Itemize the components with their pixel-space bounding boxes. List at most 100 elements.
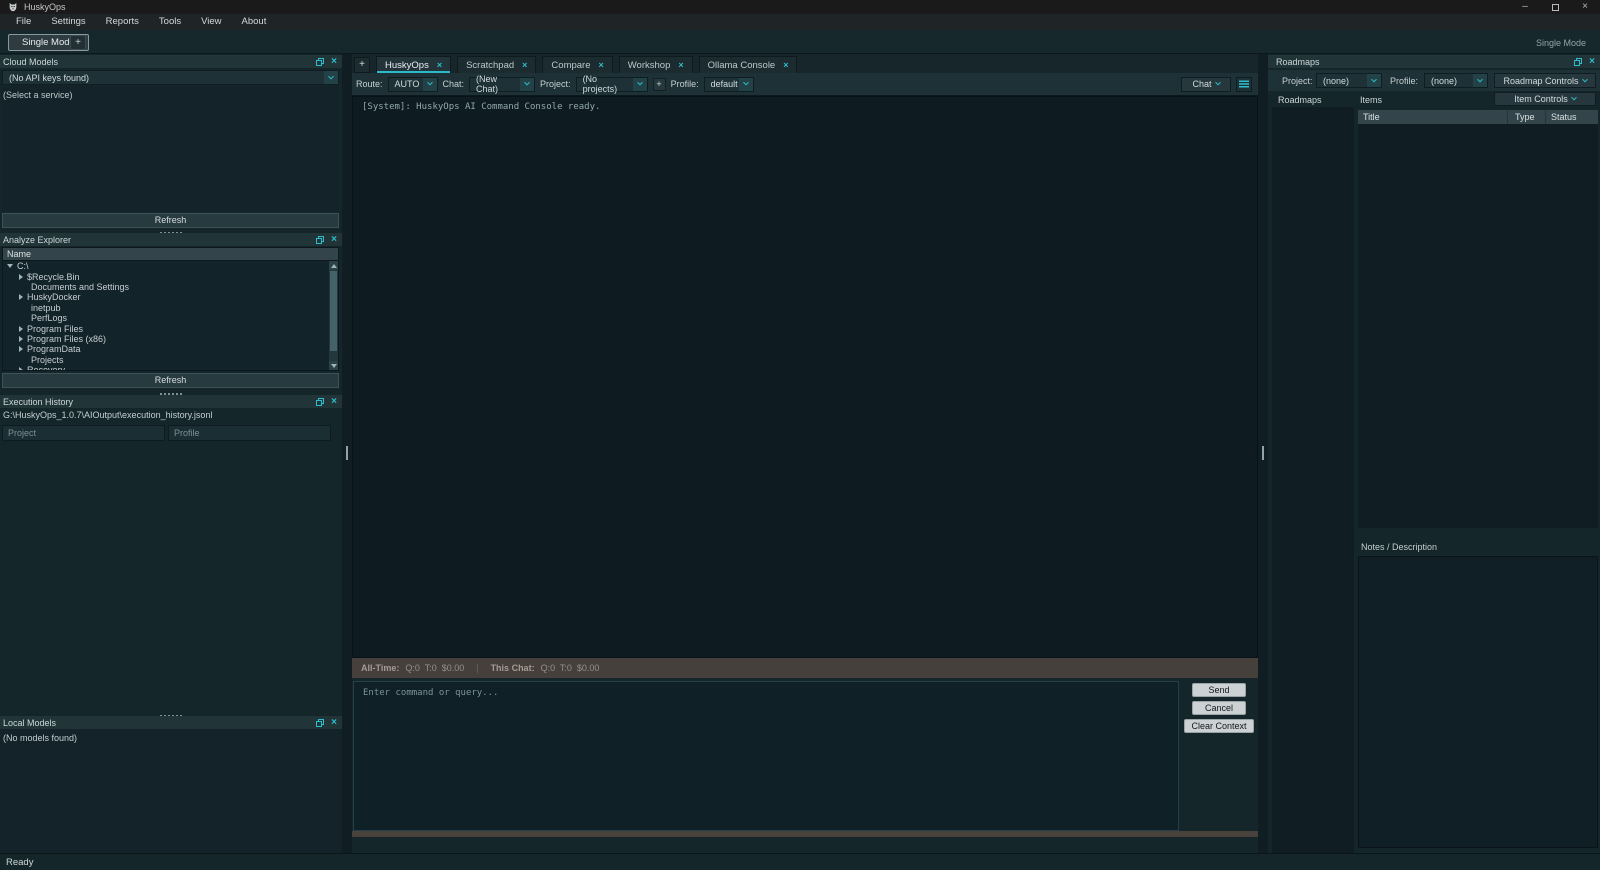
menu-item-settings[interactable]: Settings: [41, 14, 95, 30]
close-panel-icon[interactable]: ×: [331, 717, 337, 727]
tree-item-program-files-x86[interactable]: Program Files (x86): [3, 334, 329, 344]
menu-item-view[interactable]: View: [191, 14, 231, 30]
tree-item-recycle-bin[interactable]: $Recycle.Bin: [3, 271, 329, 282]
scroll-down-icon[interactable]: [329, 361, 338, 370]
column-header-type[interactable]: Type: [1508, 110, 1546, 124]
this-chat-label: This Chat:: [490, 663, 535, 673]
command-input[interactable]: [354, 682, 1178, 830]
left-dock: Cloud Models × (No API keys found) (Sele…: [0, 54, 342, 853]
combo-chevron-button[interactable]: [1367, 74, 1381, 87]
tab-workshop[interactable]: Workshop ×: [618, 56, 693, 73]
tab-close-icon[interactable]: ×: [783, 60, 788, 70]
tab-huskyops[interactable]: HuskyOps ×: [376, 56, 452, 73]
close-button[interactable]: ×: [1570, 0, 1600, 14]
combo-chevron-button[interactable]: [632, 77, 647, 91]
float-panel-icon[interactable]: [316, 57, 325, 66]
add-mode-tab-button[interactable]: +: [70, 35, 86, 50]
column-header-status[interactable]: Status: [1546, 110, 1598, 124]
close-panel-icon[interactable]: ×: [1589, 56, 1595, 66]
project-combo[interactable]: (No projects): [575, 74, 648, 94]
add-project-button[interactable]: +: [652, 77, 666, 91]
tree-collapsed-arrow-icon[interactable]: [19, 335, 23, 342]
command-input-area: [353, 681, 1179, 831]
console-toolbar: Route: AUTO Chat: (New Chat) Project: (N…: [352, 73, 1258, 96]
tree-item-recovery[interactable]: Recovery: [3, 365, 329, 370]
left-splitter[interactable]: [342, 54, 352, 853]
items-table-body[interactable]: [1358, 124, 1598, 528]
item-controls-button[interactable]: Item Controls: [1494, 92, 1596, 106]
roadmap-controls-button[interactable]: Roadmap Controls: [1494, 73, 1596, 88]
notes-description-editor[interactable]: [1358, 556, 1598, 848]
center-tab-bar: + HuskyOps × Scratchpad × Compare × Workshop × O…: [352, 54, 1258, 73]
route-combo[interactable]: AUTO: [387, 76, 438, 92]
chat-combo[interactable]: (New Chat): [469, 74, 536, 94]
cancel-button[interactable]: Cancel: [1192, 701, 1246, 715]
tree-expanded-arrow-icon[interactable]: [7, 264, 13, 269]
close-panel-icon[interactable]: ×: [331, 56, 337, 66]
chevron-down-icon: [1477, 76, 1483, 82]
cloud-models-title: Cloud Models: [3, 56, 59, 67]
rd-project-combo[interactable]: (none): [1316, 73, 1382, 88]
combo-chevron-button[interactable]: [422, 77, 437, 91]
float-panel-icon[interactable]: [316, 235, 325, 244]
menu-item-reports[interactable]: Reports: [96, 14, 149, 30]
explorer-refresh-button[interactable]: Refresh: [2, 373, 339, 388]
tree-collapsed-arrow-icon[interactable]: [19, 325, 23, 332]
cloud-models-empty-text: (Select a service): [3, 90, 73, 100]
tree-item-perflogs[interactable]: PerfLogs: [3, 313, 329, 323]
project-label: Project:: [540, 79, 571, 89]
float-panel-icon[interactable]: [316, 397, 325, 406]
api-service-combo[interactable]: (No API keys found): [2, 70, 339, 85]
profile-filter-input[interactable]: [168, 425, 331, 441]
tab-close-icon[interactable]: ×: [437, 60, 442, 70]
tree-item-inetpub[interactable]: inetpub: [3, 303, 329, 313]
tab-close-icon[interactable]: ×: [678, 60, 683, 70]
combo-chevron-button[interactable]: [738, 77, 753, 91]
tree-item-program-files[interactable]: Program Files: [3, 323, 329, 334]
log-list-button[interactable]: [1236, 76, 1252, 92]
close-panel-icon[interactable]: ×: [331, 234, 337, 244]
roadmaps-list[interactable]: [1272, 107, 1354, 853]
clear-context-button[interactable]: Clear Context: [1184, 719, 1254, 733]
scrollbar-thumb[interactable]: [330, 271, 337, 351]
tree-collapsed-arrow-icon[interactable]: [19, 367, 23, 370]
combo-chevron-button[interactable]: [520, 77, 535, 91]
tree-item-projects[interactable]: Projects: [3, 355, 329, 365]
close-panel-icon[interactable]: ×: [331, 396, 337, 406]
tab-scratchpad[interactable]: Scratchpad ×: [457, 56, 537, 73]
tab-close-icon[interactable]: ×: [522, 60, 527, 70]
tree-item-programdata[interactable]: ProgramData: [3, 344, 329, 354]
analyze-explorer-panel: Analyze Explorer × Name C:\ $Recycle.Bin D…: [0, 233, 342, 391]
column-header-title[interactable]: Title: [1358, 110, 1508, 124]
tree-collapsed-arrow-icon[interactable]: [19, 294, 23, 301]
tab-close-icon[interactable]: ×: [599, 60, 604, 70]
send-button[interactable]: Send: [1192, 683, 1246, 697]
local-models-header: Local Models ×: [0, 716, 342, 729]
profile-combo[interactable]: default: [703, 76, 754, 92]
rd-profile-combo[interactable]: (none): [1424, 73, 1488, 88]
maximize-button[interactable]: [1540, 0, 1570, 14]
cloud-models-refresh-button[interactable]: Refresh: [2, 213, 339, 228]
menu-item-file[interactable]: File: [6, 14, 41, 30]
chat-menu-button[interactable]: Chat: [1181, 76, 1231, 92]
tree-item-documents-and-settings[interactable]: Documents and Settings: [3, 282, 329, 292]
menu-item-tools[interactable]: Tools: [149, 14, 191, 30]
tab-compare[interactable]: Compare ×: [542, 56, 613, 73]
tree-column-header-name[interactable]: Name: [3, 248, 338, 261]
right-splitter[interactable]: [1258, 54, 1268, 853]
float-panel-icon[interactable]: [1574, 57, 1583, 66]
combo-chevron-button[interactable]: [1473, 74, 1487, 87]
float-panel-icon[interactable]: [316, 718, 325, 727]
project-filter-input[interactable]: [2, 425, 165, 441]
tree-collapsed-arrow-icon[interactable]: [19, 273, 23, 280]
add-tab-button[interactable]: +: [354, 57, 370, 73]
tree-scrollbar[interactable]: [329, 261, 338, 370]
tree-collapsed-arrow-icon[interactable]: [19, 346, 23, 353]
minimize-button[interactable]: –: [1510, 0, 1540, 14]
tree-item-c[interactable]: C:\: [3, 261, 329, 271]
tree-item-huskydocker[interactable]: HuskyDocker: [3, 292, 329, 302]
tab-ollama-console[interactable]: Ollama Console ×: [698, 56, 798, 73]
menu-item-about[interactable]: About: [232, 14, 277, 30]
scroll-up-icon[interactable]: [329, 261, 338, 270]
combo-chevron-button[interactable]: [324, 71, 338, 84]
